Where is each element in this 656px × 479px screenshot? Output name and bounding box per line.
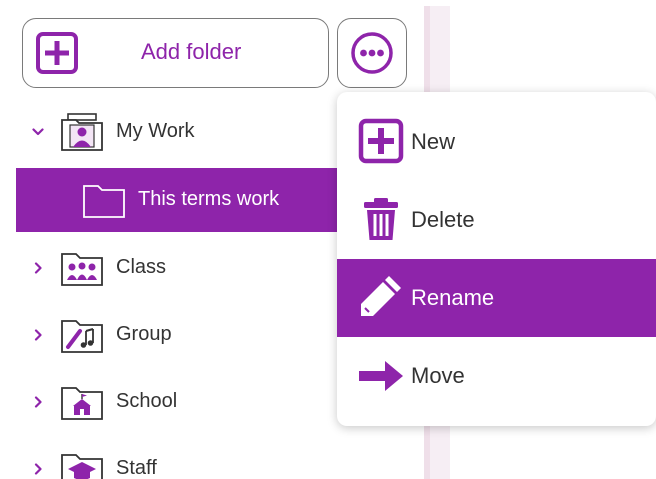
- plus-square-icon: [358, 118, 404, 164]
- menu-item-label: New: [411, 129, 456, 154]
- tree-item-my-work[interactable]: My Work: [16, 100, 338, 164]
- school-icon: [61, 387, 103, 420]
- folder-icon: [83, 185, 125, 218]
- tree-item-label: This terms work: [138, 188, 280, 210]
- add-folder-label: Add folder: [141, 39, 242, 64]
- plus-square-icon: [36, 32, 78, 74]
- menu-item-move[interactable]: Move: [337, 337, 656, 415]
- tree-item-label: Class: [116, 256, 167, 278]
- chevron-right-icon[interactable]: [32, 463, 44, 475]
- add-folder-button[interactable]: Add folder: [22, 18, 329, 88]
- tree-item-label: My Work: [116, 120, 195, 142]
- staff-icon: [61, 454, 103, 479]
- menu-item-new[interactable]: New: [337, 102, 656, 180]
- menu-item-label: Delete: [411, 207, 475, 232]
- group-icon: [61, 320, 103, 353]
- chevron-right-icon[interactable]: [32, 396, 44, 408]
- folder-actions-menu: New Delete Rename Move: [337, 92, 656, 426]
- more-horizontal-icon: [351, 32, 393, 74]
- pencil-icon: [361, 276, 401, 316]
- tree-item-group[interactable]: Group: [16, 303, 338, 367]
- menu-item-label: Rename: [411, 285, 495, 310]
- tree-item-label: Staff: [116, 457, 157, 479]
- chevron-right-icon[interactable]: [32, 329, 44, 341]
- menu-item-label: Move: [411, 363, 465, 388]
- my-work-icon: [61, 113, 103, 151]
- tree-item-label: Group: [116, 323, 172, 345]
- menu-item-delete[interactable]: Delete: [337, 180, 656, 258]
- tree-item-class[interactable]: Class: [16, 236, 338, 300]
- chevron-right-icon[interactable]: [32, 262, 44, 274]
- tree-item-school[interactable]: School: [16, 370, 338, 434]
- tree-item-this-terms-work[interactable]: This terms work: [16, 168, 338, 232]
- class-icon: [61, 253, 103, 286]
- tree-item-label: School: [116, 390, 178, 412]
- arrow-right-icon: [359, 361, 403, 391]
- tree-item-staff[interactable]: Staff: [16, 437, 338, 479]
- more-options-button[interactable]: [337, 18, 407, 88]
- chevron-down-icon[interactable]: [32, 126, 44, 138]
- trash-icon: [364, 198, 398, 240]
- menu-item-rename[interactable]: Rename: [337, 259, 656, 337]
